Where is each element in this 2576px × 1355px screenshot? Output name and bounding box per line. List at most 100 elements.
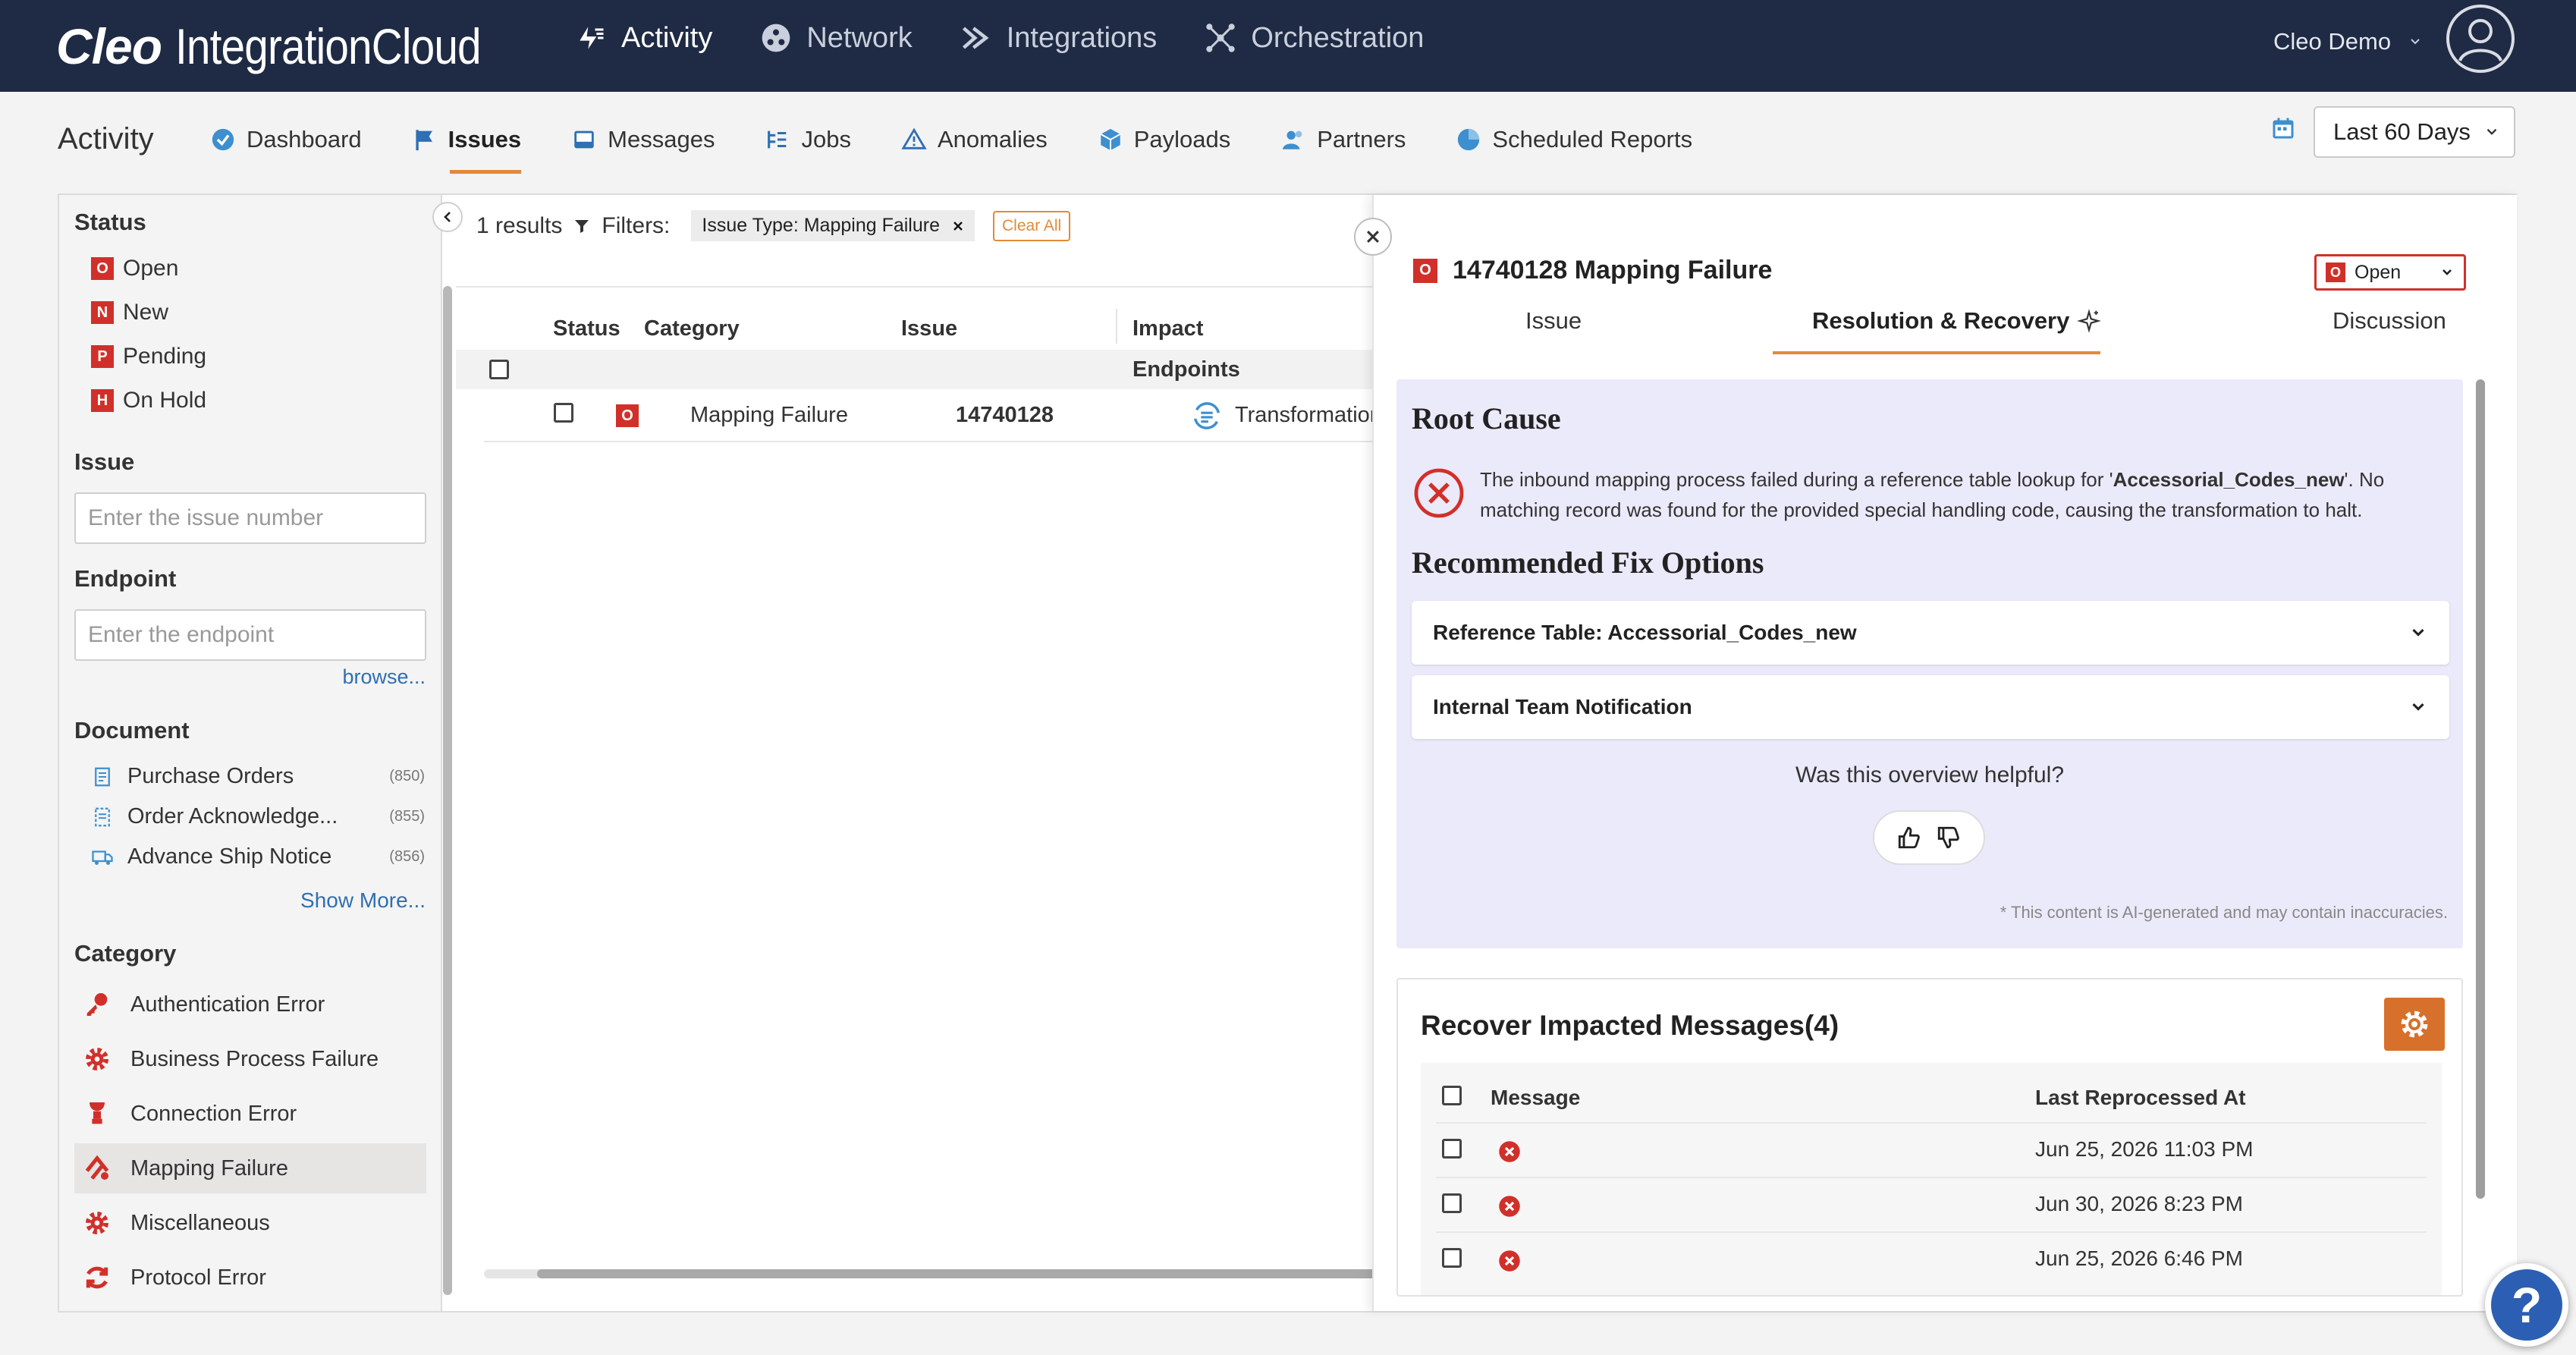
status-pending-badge: P xyxy=(91,345,114,368)
filter-icon xyxy=(573,217,591,235)
category-filter-authentication-error[interactable]: Authentication Error xyxy=(74,979,426,1030)
thumbs-up-icon[interactable] xyxy=(1896,825,1922,850)
chevron-down-icon xyxy=(2483,124,2500,140)
chevron-down-icon xyxy=(2408,697,2428,717)
show-more-link[interactable]: Show More... xyxy=(300,888,426,913)
status-filter-new[interactable]: N New xyxy=(91,300,168,325)
results-horizontal-scrollbar[interactable] xyxy=(537,1269,1425,1278)
category-filter-miscellaneous[interactable]: Miscellaneous xyxy=(74,1198,426,1248)
issue-number-input[interactable] xyxy=(74,492,426,544)
tab-anomalies[interactable]: Anomalies xyxy=(901,122,1048,157)
document-filter-purchase-orders[interactable]: Purchase Orders (850) xyxy=(91,764,425,789)
category-filter-mapping-failure[interactable]: Mapping Failure xyxy=(74,1143,426,1193)
calendar-icon xyxy=(2270,115,2297,142)
nav-orchestration[interactable]: Orchestration xyxy=(1204,21,1424,55)
category-filter-connection-error[interactable]: Connection Error xyxy=(74,1089,426,1139)
error-icon xyxy=(1498,1250,1521,1272)
browse-link[interactable]: browse... xyxy=(342,665,426,689)
document-filter-order-acknowledgement[interactable]: Order Acknowledge... (855) xyxy=(91,804,425,829)
select-all-checkbox[interactable] xyxy=(489,360,509,379)
fix-option-label: Internal Team Notification xyxy=(1433,695,1692,718)
status-open-badge: O xyxy=(616,404,639,427)
message-row-checkbox[interactable] xyxy=(1442,1193,1462,1213)
pie-chart-icon xyxy=(1456,127,1481,152)
endpoint-input[interactable] xyxy=(74,609,426,661)
message-row-checkbox[interactable] xyxy=(1442,1248,1462,1268)
filter-panel-scrollbar[interactable] xyxy=(443,286,452,1295)
message-row[interactable]: Jun 30, 2026 8:23 PM xyxy=(1436,1177,2427,1231)
status-open-badge: O xyxy=(2326,263,2345,282)
tab-resolution-recovery[interactable]: Resolution & Recovery xyxy=(1812,307,2102,335)
nav-activity[interactable]: Activity xyxy=(574,21,712,55)
status-filter-pending[interactable]: P Pending xyxy=(91,344,206,369)
clear-all-button[interactable]: Clear All xyxy=(993,210,1071,241)
truck-icon xyxy=(91,846,127,869)
date-range-select[interactable]: Last 60 Days xyxy=(2314,106,2515,158)
fix-option-internal-team-notification[interactable]: Internal Team Notification xyxy=(1412,675,2449,739)
tab-payloads[interactable]: Payloads xyxy=(1098,122,1230,157)
status-select[interactable]: O Open xyxy=(2314,254,2466,291)
status-filter-on-hold[interactable]: H On Hold xyxy=(91,388,206,413)
category-filter-business-process-failure[interactable]: Business Process Failure xyxy=(74,1034,426,1084)
nav-integrations[interactable]: Integrations xyxy=(960,21,1157,55)
tab-scheduled-reports[interactable]: Scheduled Reports xyxy=(1456,122,1692,157)
results-filter-bar: 1 results Filters: Issue Type: Mapping F… xyxy=(476,210,1071,241)
message-row[interactable]: Jun 25, 2026 11:03 PM xyxy=(1436,1122,2427,1177)
close-icon[interactable] xyxy=(952,220,964,232)
filters-label: Filters: xyxy=(602,212,671,238)
column-header-issue[interactable]: Issue xyxy=(901,316,957,341)
toolbar-divider xyxy=(456,286,1431,288)
issue-heading: Issue xyxy=(74,448,135,475)
row-category: Mapping Failure xyxy=(690,403,848,427)
date-range-value: Last 60 Days xyxy=(2333,118,2471,145)
ai-overview-panel: Root Cause The inbound mapping process f… xyxy=(1396,379,2463,948)
user-menu[interactable]: Cleo Demo xyxy=(2273,23,2423,61)
status-filter-open[interactable]: O Open xyxy=(91,256,178,281)
table-row[interactable]: O Mapping Failure 14740128 Transformatio… xyxy=(484,391,1425,439)
page-title: Activity xyxy=(58,122,154,156)
detail-panel-scrollbar[interactable] xyxy=(2476,379,2485,1199)
document-filter-advance-ship-notice[interactable]: Advance Ship Notice (856) xyxy=(91,844,425,869)
user-avatar-icon[interactable] xyxy=(2446,5,2515,73)
cleo-logo[interactable]: Cleo IntegrationCloud xyxy=(56,12,530,80)
tab-dashboard[interactable]: Dashboard xyxy=(210,122,362,157)
help-button[interactable]: ? xyxy=(2485,1263,2568,1347)
tab-discussion[interactable]: Discussion xyxy=(2333,307,2446,335)
gear-icon xyxy=(82,1208,130,1238)
transformation-icon xyxy=(1189,398,1224,433)
active-tab-indicator xyxy=(1773,351,2100,354)
error-icon xyxy=(1498,1140,1521,1163)
thumbs-down-icon[interactable] xyxy=(1936,825,1962,850)
tab-partners-label: Partners xyxy=(1317,126,1406,152)
column-header-endpoints[interactable]: Endpoints xyxy=(1132,357,1240,382)
category-filter-protocol-error[interactable]: Protocol Error xyxy=(74,1253,426,1303)
column-header-message[interactable]: Message xyxy=(1491,1086,1580,1110)
document-count: (855) xyxy=(389,808,425,825)
recover-settings-button[interactable] xyxy=(2384,998,2445,1051)
tab-issue[interactable]: Issue xyxy=(1525,307,1582,335)
tab-partners[interactable]: Partners xyxy=(1280,122,1406,157)
collapse-filters-button[interactable] xyxy=(432,202,463,232)
close-detail-button[interactable] xyxy=(1354,218,1392,256)
tab-messages[interactable]: Messages xyxy=(571,122,715,157)
document-label: Purchase Orders xyxy=(127,764,294,788)
column-header-last-reprocessed[interactable]: Last Reprocessed At xyxy=(2035,1086,2246,1110)
detail-header: O 14740128 Mapping Failure xyxy=(1413,256,1772,285)
select-all-messages-checkbox[interactable] xyxy=(1442,1086,1462,1105)
tab-jobs-label: Jobs xyxy=(801,126,851,152)
filter-chip[interactable]: Issue Type: Mapping Failure xyxy=(691,210,975,241)
column-header-status[interactable]: Status xyxy=(553,316,620,341)
nav-network[interactable]: Network xyxy=(759,21,913,55)
row-checkbox[interactable] xyxy=(554,403,573,423)
fix-options-heading: Recommended Fix Options xyxy=(1412,545,1764,580)
message-row-checkbox[interactable] xyxy=(1442,1139,1462,1159)
tab-issues[interactable]: Issues xyxy=(412,122,521,174)
tab-jobs[interactable]: Jobs xyxy=(765,122,851,157)
column-header-impact[interactable]: Impact xyxy=(1132,316,1203,341)
close-icon xyxy=(1365,228,1381,245)
message-row[interactable]: Jun 25, 2026 6:46 PM xyxy=(1436,1231,2427,1286)
fix-option-reference-table[interactable]: Reference Table: Accessorial_Codes_new xyxy=(1412,601,2449,665)
column-header-category[interactable]: Category xyxy=(644,316,740,341)
row-divider xyxy=(484,441,1431,442)
row-issue-number[interactable]: 14740128 xyxy=(956,403,1054,428)
